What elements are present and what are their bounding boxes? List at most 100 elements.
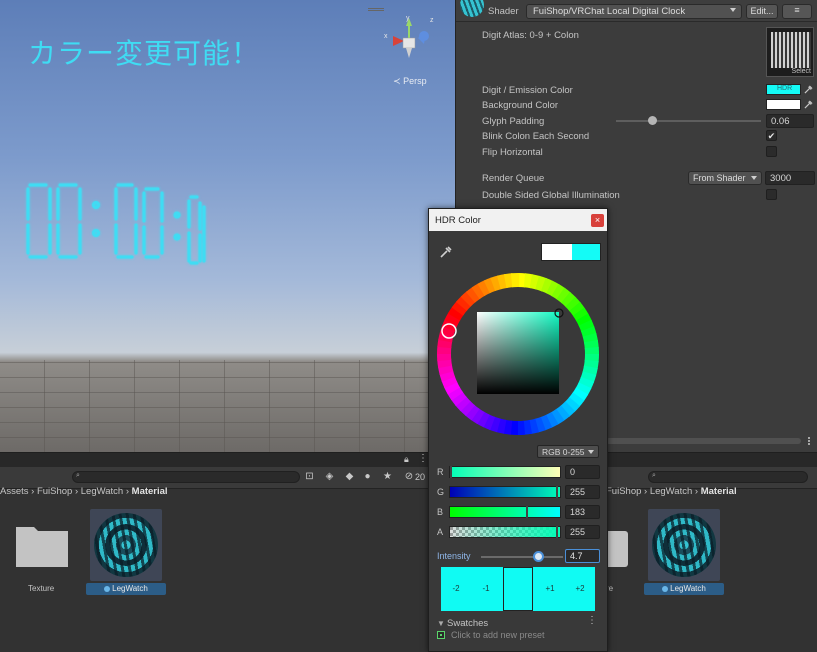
channel-b-handle[interactable] — [526, 506, 528, 518]
blink-colon-checkbox[interactable]: ✔ — [766, 130, 777, 141]
folder-icon[interactable] — [606, 531, 628, 567]
gizmo-center-cube — [402, 37, 416, 49]
intensity-label: Intensity — [437, 551, 471, 561]
background-color-swatch[interactable] — [766, 99, 801, 110]
current-color-swatch — [572, 244, 600, 260]
project-search-input[interactable]: ⌕ — [72, 471, 300, 483]
project-window-right: ⌕ FuiShop › LegWatch › Material re LegWa… — [606, 452, 817, 652]
exposure-plus-2-swatch[interactable]: +2 — [565, 567, 595, 611]
material-asset-label[interactable]: LegWatch — [86, 583, 166, 595]
kebab-menu-icon[interactable] — [805, 436, 813, 446]
swatches-foldout-arrow-icon[interactable]: ▼ — [437, 619, 445, 628]
render-queue-dropdown[interactable]: From Shader — [688, 171, 762, 185]
folder-icon[interactable] — [14, 521, 70, 571]
channel-a-field[interactable]: 255 — [565, 525, 600, 539]
clock-digit-minutes-2 — [142, 187, 164, 259]
material-icon — [104, 586, 111, 592]
scene-view[interactable]: カラー変更可能！ y x z ≺ Persp — [0, 0, 455, 452]
eyedropper-icon[interactable] — [804, 100, 813, 109]
exposure-plus-1-swatch[interactable]: +1 — [535, 567, 565, 611]
channel-r-handle[interactable] — [450, 466, 452, 478]
project-breadcrumb[interactable]: FuiShop › LegWatch › Material — [606, 486, 737, 497]
shader-menu-button[interactable]: ≡ — [782, 4, 812, 19]
material-asset-thumbnail[interactable] — [648, 509, 720, 581]
channel-g-handle[interactable] — [556, 486, 558, 498]
glyph-padding-field[interactable]: 0.06 — [766, 114, 814, 128]
double-sided-gi-checkbox[interactable] — [766, 189, 777, 200]
swatches-menu-button[interactable]: ⋮ — [587, 615, 597, 626]
hdr-window-titlebar[interactable]: HDR Color × — [429, 209, 607, 231]
inspector-horizontal-scrollbar[interactable] — [606, 438, 801, 444]
glyph-padding-slider-thumb[interactable] — [648, 116, 657, 125]
project-breadcrumb[interactable]: Assets › FuiShop › LegWatch › Material — [0, 486, 168, 497]
material-asset-label[interactable]: LegWatch — [644, 583, 724, 595]
lock-icon[interactable]: 🔒︎ — [404, 454, 409, 465]
eyedropper-icon[interactable] — [439, 245, 453, 259]
channel-b-field[interactable]: 183 — [565, 505, 600, 519]
orientation-gizmo[interactable]: y x z — [380, 14, 438, 72]
clock-digit-hours-2 — [56, 183, 82, 259]
project-tab-bar — [606, 453, 817, 467]
projection-toggle[interactable]: ≺ Persp — [393, 76, 427, 87]
hdr-badge: HDR — [777, 85, 793, 92]
swatches-foldout[interactable]: Swatches — [447, 618, 488, 629]
material-asset-thumbnail[interactable] — [90, 509, 162, 581]
search-icon: ⌕ — [76, 472, 80, 479]
digit-atlas-texture-slot[interactable]: Select — [766, 27, 814, 77]
channel-r-field[interactable]: 0 — [565, 465, 600, 479]
gizmo-x-label: x — [384, 33, 388, 40]
scene-drag-handle[interactable] — [368, 8, 384, 11]
hidden-packages-icon[interactable]: ⊘ — [402, 472, 416, 483]
color-preview — [541, 243, 601, 261]
background-color-label: Background Color — [482, 100, 559, 111]
channel-r-slider[interactable] — [449, 466, 561, 478]
previous-color-swatch[interactable] — [542, 244, 572, 260]
exposure-current-swatch — [503, 567, 533, 611]
search-filter-icon[interactable]: ⊡ — [304, 472, 315, 483]
clock-digit-hours-1 — [26, 183, 52, 259]
exposure-minus-2-swatch[interactable]: -2 — [441, 567, 471, 611]
favorite-star-icon[interactable]: ★ — [382, 472, 393, 483]
info-icon[interactable]: ● — [362, 472, 373, 483]
hue-wheel-and-sv-square[interactable] — [433, 269, 603, 439]
search-by-label-icon[interactable]: ◆ — [344, 472, 355, 483]
search-by-type-icon[interactable]: ◈ — [324, 472, 335, 483]
channel-b-label: B — [437, 507, 444, 517]
edit-shader-button[interactable]: Edit... — [746, 4, 778, 19]
channel-g-slider[interactable] — [449, 486, 561, 498]
material-icon — [662, 586, 669, 592]
shader-dropdown[interactable]: FuiShop/VRChat Local Digital Clock — [526, 4, 742, 19]
add-preset-icon[interactable] — [437, 631, 445, 639]
material-preview-icon — [460, 0, 484, 17]
unity-editor: カラー変更可能！ y x z ≺ Persp Shader FuiShop/VR… — [0, 0, 817, 652]
eyedropper-icon[interactable] — [804, 85, 813, 94]
gizmo-x-axis — [393, 36, 404, 46]
channel-a-handle[interactable] — [556, 526, 558, 538]
intensity-slider[interactable] — [481, 556, 563, 558]
folder-label[interactable]: Texture — [28, 584, 54, 593]
add-preset-hint[interactable]: Click to add new preset — [451, 630, 545, 640]
render-queue-field[interactable]: 3000 — [765, 171, 815, 185]
chevron-down-icon — [730, 8, 736, 12]
project-search-input[interactable]: ⌕ — [648, 471, 808, 483]
digital-clock-mesh[interactable] — [24, 175, 214, 270]
channel-b-slider[interactable] — [449, 506, 561, 518]
intensity-field[interactable]: 4.7 — [565, 549, 600, 563]
hdr-window-title: HDR Color — [435, 215, 481, 226]
color-mode-dropdown[interactable]: RGB 0-255 — [537, 445, 599, 458]
clock-digit-seconds — [187, 195, 206, 265]
flip-horizontal-checkbox[interactable] — [766, 146, 777, 157]
intensity-slider-thumb[interactable] — [533, 551, 544, 562]
close-button[interactable]: × — [591, 214, 604, 227]
glyph-padding-slider[interactable] — [616, 120, 761, 122]
atlas-select-button[interactable]: Select — [792, 68, 811, 75]
render-queue-label: Render Queue — [482, 173, 545, 184]
channel-a-slider[interactable] — [449, 526, 561, 538]
kebab-menu-icon[interactable]: ⋮ — [418, 453, 428, 464]
channel-r-label: R — [437, 467, 444, 477]
digit-atlas-label: Digit Atlas: 0-9 + Colon — [482, 30, 579, 41]
scene-ground-grid — [0, 360, 455, 452]
channel-g-field[interactable]: 255 — [565, 485, 600, 499]
exposure-minus-1-swatch[interactable]: -1 — [471, 567, 501, 611]
digit-color-swatch[interactable]: HDR — [766, 84, 801, 95]
